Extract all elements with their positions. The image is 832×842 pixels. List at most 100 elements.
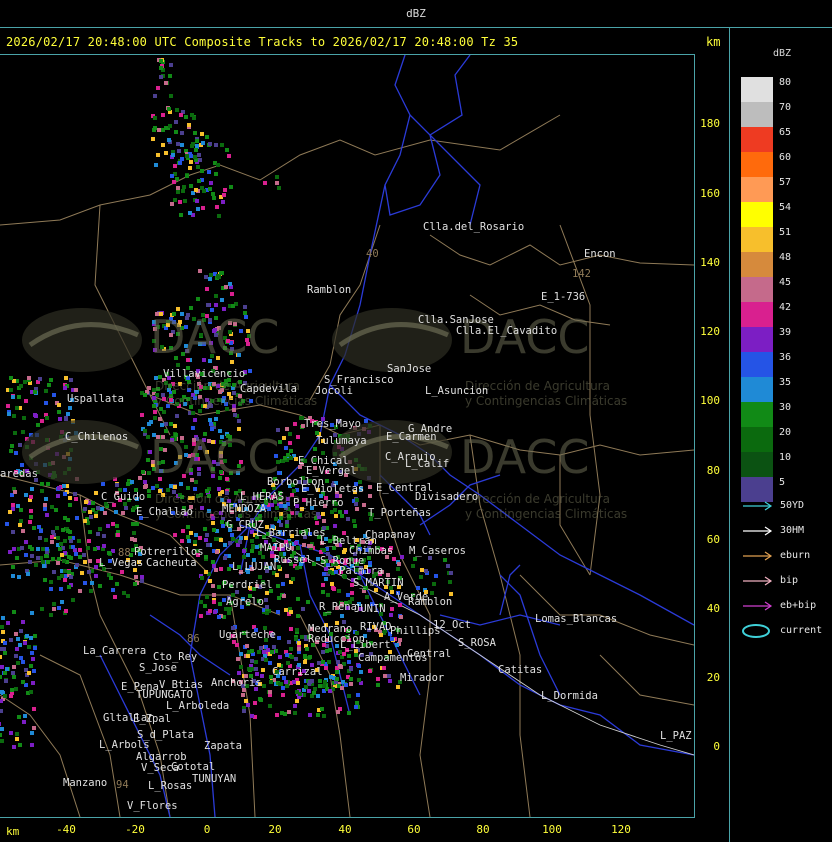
radar-echo-cell <box>443 558 447 562</box>
radar-echo-cell <box>247 667 251 671</box>
radar-echo-cell <box>40 489 44 493</box>
radar-echo-cell <box>26 572 30 576</box>
radar-echo-cell <box>132 531 136 535</box>
radar-echo-cell <box>67 585 71 589</box>
km-axis-label: km <box>6 825 20 838</box>
radar-echo-cell <box>0 647 4 651</box>
radar-echo-cell <box>293 704 297 708</box>
radar-echo-cell <box>33 634 37 638</box>
radar-echo-cell <box>254 667 258 671</box>
radar-echo-cell <box>289 647 293 651</box>
radar-echo-cell <box>71 598 75 602</box>
radar-echo-cell <box>9 638 13 642</box>
radar-echo-cell <box>268 690 272 694</box>
radar-echo-cell <box>321 590 325 594</box>
radar-echo-cell <box>6 404 10 408</box>
radar-echo-cell <box>365 595 369 599</box>
radar-echo-cell <box>154 163 158 167</box>
radar-echo-cell <box>242 549 246 553</box>
radar-echo-cell <box>11 671 15 675</box>
radar-echo-cell <box>250 549 254 553</box>
radar-echo-cell <box>303 660 307 664</box>
radar-echo-cell <box>205 135 209 139</box>
radar-echo-cell <box>39 529 43 533</box>
window-title: dBZ <box>406 7 426 20</box>
radar-echo-cell <box>122 591 126 595</box>
radar-echo-cell <box>27 376 31 380</box>
radar-echo-cell <box>196 207 200 211</box>
radar-echo-cell <box>60 600 64 604</box>
radar-echo-cell <box>250 649 254 653</box>
radar-echo-cell <box>49 378 53 382</box>
radar-echo-cell <box>38 377 42 381</box>
radar-echo-cell <box>321 660 325 664</box>
radar-echo-cell <box>31 657 35 661</box>
radar-echo-cell <box>18 643 22 647</box>
radar-echo-cell <box>8 550 12 554</box>
x-tick-label: 20 <box>268 823 282 836</box>
radar-echo-cell <box>221 200 225 204</box>
radar-echo-cell <box>36 556 40 560</box>
radar-echo-cell <box>192 116 196 120</box>
radar-echo-cell <box>242 555 246 559</box>
radar-echo-cell <box>18 743 22 747</box>
dbz-swatch-label: 54 <box>779 202 792 213</box>
radar-echo-cell <box>287 710 291 714</box>
radar-echo-cell <box>161 113 165 117</box>
radar-echo-cell <box>152 128 156 132</box>
radar-echo-cell <box>288 432 292 436</box>
radar-echo-cell <box>205 287 209 291</box>
radar-echo-cell <box>41 560 45 564</box>
radar-echo-cell <box>357 678 361 682</box>
radar-echo-cell <box>195 144 199 148</box>
radar-echo-cell <box>60 574 64 578</box>
radar-echo-cell <box>38 536 42 540</box>
radar-echo-cell <box>241 693 245 697</box>
radar-echo-cell <box>32 669 36 673</box>
radar-echo-cell <box>71 545 75 549</box>
radar-echo-cell <box>28 520 32 524</box>
radar-echo-cell <box>275 713 279 717</box>
radar-echo-cell <box>211 584 215 588</box>
radar-echo-cell <box>57 606 61 610</box>
place-label: Catitas <box>498 664 543 676</box>
radar-echo-cell <box>186 525 190 529</box>
radar-echo-cell <box>173 424 177 428</box>
radar-echo-cell <box>397 562 401 566</box>
radar-echo-cell <box>334 570 338 574</box>
radar-echo-cell <box>376 683 380 687</box>
radar-echo-cell <box>29 664 33 668</box>
radar-map[interactable]: DACC DACC DACC DACC Dirección de Agricul… <box>0 54 695 818</box>
radar-echo-cell <box>12 745 16 749</box>
radar-echo-cell <box>189 531 193 535</box>
radar-echo-cell <box>264 598 268 602</box>
radar-echo-cell <box>356 693 360 697</box>
radar-echo-cell <box>169 94 173 98</box>
radar-echo-cell <box>177 149 181 153</box>
radar-echo-cell <box>82 553 86 557</box>
radar-echo-cell <box>219 567 223 571</box>
radar-echo-cell <box>69 575 73 579</box>
radar-echo-cell <box>214 294 218 298</box>
radar-echo-cell <box>298 692 302 696</box>
place-label: SanJose <box>387 363 432 375</box>
radar-echo-cell <box>216 410 220 414</box>
radar-echo-cell <box>41 547 45 551</box>
y-tick-label: 140 <box>700 256 720 269</box>
radar-echo-cell <box>87 539 91 543</box>
radar-echo-cell <box>302 543 306 547</box>
radar-echo-cell <box>230 533 234 537</box>
place-label: S_MARTIN <box>353 577 404 589</box>
radar-echo-cell <box>6 621 10 625</box>
radar-echo-cell <box>180 131 184 135</box>
y-tick-label: 60 <box>706 533 720 546</box>
radar-echo-cell <box>16 504 20 508</box>
radar-echo-cell <box>168 74 172 78</box>
radar-echo-cell <box>390 637 394 641</box>
radar-echo-cell <box>0 675 2 679</box>
radar-echo-cell <box>83 519 87 523</box>
radar-echo-cell <box>115 524 119 528</box>
radar-echo-cell <box>321 583 325 587</box>
radar-echo-cell <box>185 154 189 158</box>
radar-echo-cell <box>305 647 309 651</box>
